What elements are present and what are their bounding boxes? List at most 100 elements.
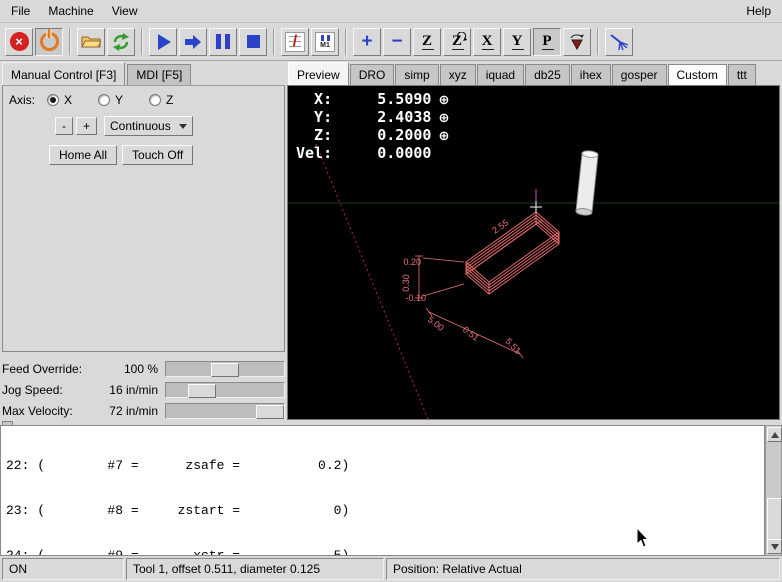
open-file-button[interactable] xyxy=(77,28,105,56)
toolbar: × / M1 + − Z Z X Y P xyxy=(0,23,782,61)
position-readout: X:5.5090⊕ Y:2.4038⊕ Z:0.2000⊕ Vel:0.0000 xyxy=(296,91,449,162)
optional-pause-toggle-button[interactable]: M1 xyxy=(311,28,339,56)
step-button[interactable] xyxy=(179,28,207,56)
toolbar-separator xyxy=(141,29,143,55)
reload-file-button[interactable] xyxy=(107,28,135,56)
pause-button[interactable] xyxy=(209,28,237,56)
menu-machine[interactable]: Machine xyxy=(39,2,102,20)
tab-manual-control[interactable]: Manual Control [F3] xyxy=(2,62,125,85)
dim-label-x-min: 5.00 xyxy=(426,314,446,333)
estop-button[interactable]: × xyxy=(5,28,33,56)
axis-y-radio[interactable] xyxy=(98,94,110,106)
max-velocity-slider[interactable] xyxy=(165,403,285,419)
axis-y-option[interactable]: Y xyxy=(98,93,123,107)
stop-button[interactable] xyxy=(239,28,267,56)
scrollbar-thumb[interactable] xyxy=(767,498,782,542)
play-icon xyxy=(158,34,171,50)
axis-z-option[interactable]: Z xyxy=(149,93,173,107)
reload-icon xyxy=(112,33,130,51)
jog-plus-button[interactable]: + xyxy=(76,117,97,135)
touch-off-button[interactable]: Touch Off xyxy=(122,145,193,165)
jog-increment-select[interactable]: Continuous xyxy=(104,116,193,136)
view-rotated-top-button[interactable]: Z xyxy=(443,28,471,56)
gcode-scrollbar[interactable] xyxy=(765,425,782,556)
slider-thumb[interactable] xyxy=(211,363,239,377)
view-front-button[interactable]: Y xyxy=(503,28,531,56)
dim-label-z-extent: 0.30 xyxy=(401,274,411,292)
home-all-button[interactable]: Home All xyxy=(49,145,117,165)
mouse-cursor xyxy=(636,527,652,549)
menu-view[interactable]: View xyxy=(103,2,147,20)
tab-xyz[interactable]: xyz xyxy=(440,64,476,85)
zoom-out-button[interactable]: − xyxy=(383,28,411,56)
gcode-line: 24: ( #9 = xctr = 5) xyxy=(6,548,764,556)
tab-preview[interactable]: Preview xyxy=(288,62,349,85)
feed-override-row: Feed Override: 100 % xyxy=(2,358,285,379)
tab-mdi[interactable]: MDI [F5] xyxy=(127,64,191,85)
tab-custom[interactable]: Custom xyxy=(668,64,727,85)
axis-z-label: Z xyxy=(166,93,173,107)
skip-lines-toggle-button[interactable]: / xyxy=(281,28,309,56)
tab-db25[interactable]: db25 xyxy=(525,64,570,85)
y-position-row: Y:2.4038⊕ xyxy=(296,109,449,127)
view-top-button[interactable]: Z xyxy=(413,28,441,56)
tab-ihex[interactable]: ihex xyxy=(571,64,611,85)
slider-thumb[interactable] xyxy=(256,405,284,419)
menubar: File Machine View Help xyxy=(0,0,782,23)
jog-speed-slider[interactable] xyxy=(165,382,285,398)
view-perspective-button[interactable]: P xyxy=(533,28,561,56)
tab-gosper[interactable]: gosper xyxy=(612,64,667,85)
menu-file[interactable]: File xyxy=(2,2,39,20)
tab-simp[interactable]: simp xyxy=(395,64,438,85)
toolbar-separator xyxy=(597,29,599,55)
menu-help[interactable]: Help xyxy=(737,2,780,20)
step-arrow-icon xyxy=(185,35,202,49)
toolpath xyxy=(466,212,559,294)
jog-speed-row: Jog Speed: 16 in/min xyxy=(2,379,285,400)
view-side-button[interactable]: X xyxy=(473,28,501,56)
block-delete-icon: / xyxy=(285,32,305,52)
y-homed-icon: ⊕ xyxy=(438,111,449,126)
rotate-arrow-icon xyxy=(457,32,467,41)
machine-state-cell: ON xyxy=(2,558,124,580)
zoom-in-button[interactable]: + xyxy=(353,28,381,56)
status-bar: ON Tool 1, offset 0.511, diameter 0.125 … xyxy=(0,557,782,581)
x-position-row: X:5.5090⊕ xyxy=(296,91,449,109)
scroll-up-button[interactable] xyxy=(767,427,782,442)
axis-x-radio[interactable] xyxy=(47,94,59,106)
axis-z-radio[interactable] xyxy=(149,94,161,106)
gcode-line: 22: ( #7 = zsafe = 0.2) xyxy=(6,458,764,473)
dim-label-z-max: 0.20 xyxy=(403,257,421,267)
feed-override-slider[interactable] xyxy=(165,361,285,377)
gcode-line: 23: ( #8 = zstart = 0) xyxy=(6,503,764,518)
power-icon xyxy=(40,32,59,51)
jog-speed-label: Jog Speed: xyxy=(2,383,90,397)
broom-icon xyxy=(609,33,629,51)
tab-iquad[interactable]: iquad xyxy=(477,64,524,85)
toolbar-separator xyxy=(273,29,275,55)
max-velocity-row: Max Velocity: 72 in/min xyxy=(2,400,285,421)
tab-dro[interactable]: DRO xyxy=(350,64,395,85)
pause-icon xyxy=(216,34,230,49)
preview-canvas[interactable]: 2.55 0.20 0.30 -0.10 5.00 0.51 5.51 xyxy=(287,85,780,420)
run-button[interactable] xyxy=(149,28,177,56)
override-sliders: Feed Override: 100 % Jog Speed: 16 in/mi… xyxy=(2,358,285,421)
feed-override-label: Feed Override: xyxy=(2,362,90,376)
machine-power-button[interactable] xyxy=(35,28,63,56)
jog-minus-button[interactable]: - xyxy=(55,117,73,135)
estop-icon: × xyxy=(10,32,29,51)
tab-ttt[interactable]: ttt xyxy=(728,64,756,85)
spin-cone-icon xyxy=(569,34,585,50)
rotate-view-button[interactable] xyxy=(563,28,591,56)
slider-thumb[interactable] xyxy=(188,384,216,398)
zoom-out-icon: − xyxy=(391,32,402,51)
z-position-row: Z:0.2000⊕ xyxy=(296,127,449,145)
axis-x-option[interactable]: X xyxy=(47,93,72,107)
jog-increment-value: Continuous xyxy=(110,119,171,133)
right-notebook-tabs: Preview DRO simp xyz iquad db25 ihex gos… xyxy=(288,62,757,85)
side-view-icon: X xyxy=(482,34,493,49)
toolbar-separator xyxy=(345,29,347,55)
clear-plot-button[interactable] xyxy=(605,28,633,56)
machine-limit-dashed-line xyxy=(316,144,428,419)
scroll-down-button[interactable] xyxy=(767,539,782,554)
